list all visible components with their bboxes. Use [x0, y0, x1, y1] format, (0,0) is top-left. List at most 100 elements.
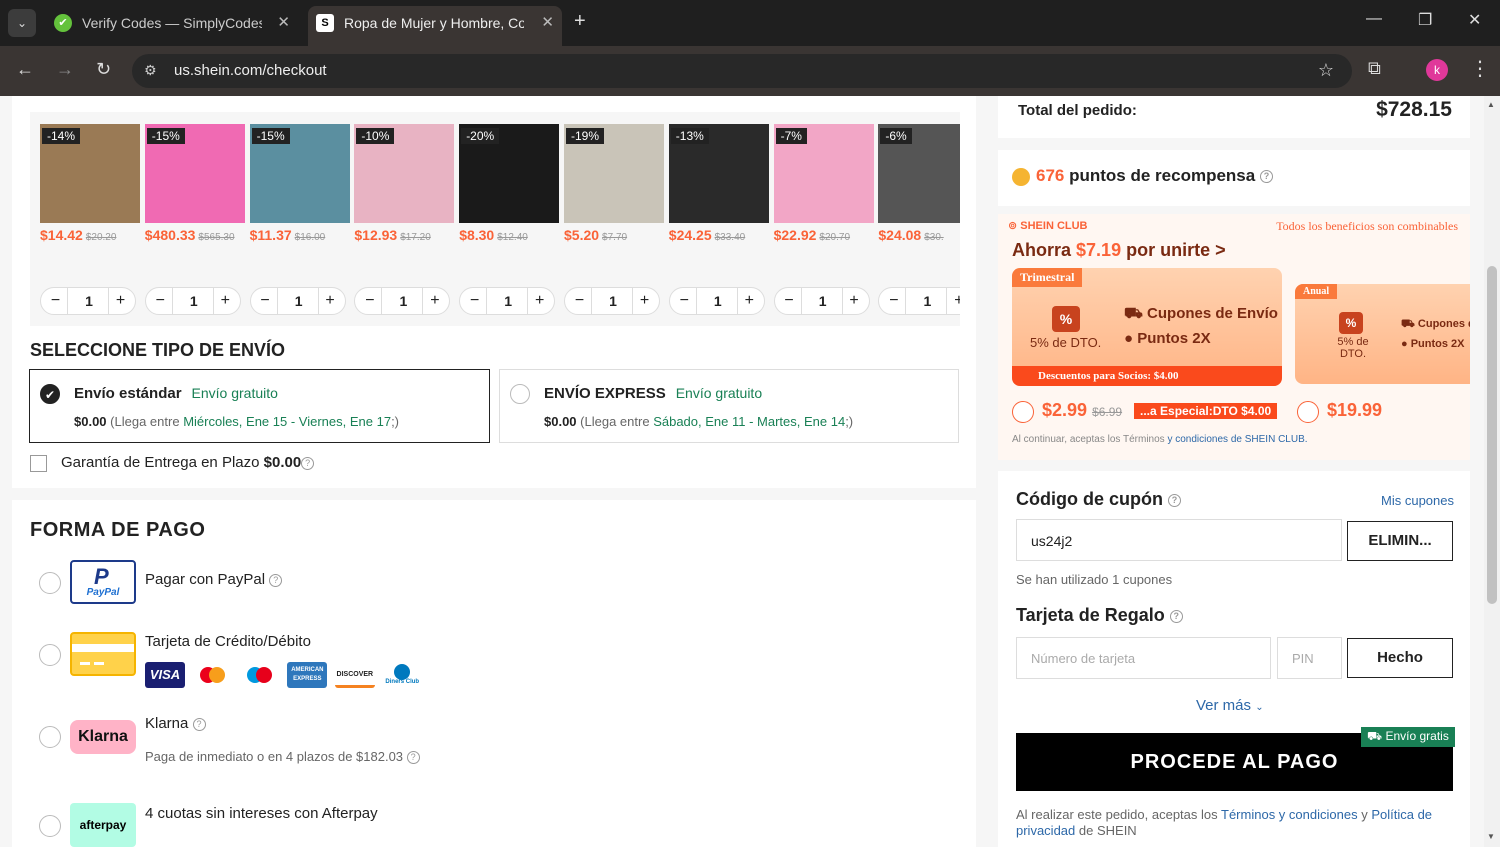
product-image[interactable]: -20% [459, 124, 560, 223]
quantity-stepper[interactable]: −1 + [564, 287, 660, 315]
close-tab-icon[interactable]: ✕ [277, 6, 290, 40]
product-image[interactable]: -15% [144, 124, 245, 223]
reload-icon[interactable]: ↻ [96, 59, 111, 80]
product-item[interactable]: -10% $12.93 $17.20 [354, 124, 455, 243]
club-plan-annual-radio[interactable] [1297, 401, 1319, 423]
decrease-quantity-button[interactable]: − [149, 288, 173, 314]
decrease-quantity-button[interactable]: − [882, 288, 907, 314]
product-item[interactable]: -6% $24.08 $30. [878, 124, 960, 243]
club-plan-quarterly[interactable]: Trimestral % 5% de DTO. ⛟ Cupones de Env… [1012, 268, 1282, 386]
quantity-stepper[interactable]: −1 + [878, 287, 960, 315]
help-icon[interactable]: ? [269, 573, 283, 587]
forward-icon[interactable]: → [56, 59, 74, 80]
payment-option-klarna[interactable]: Klarna Klarna ? Paga de inmediato o en 4… [30, 715, 630, 776]
product-item[interactable]: -7% $22.92 $20.70 [773, 124, 874, 243]
product-item[interactable]: -15% $11.37 $16.00 [249, 124, 350, 243]
shipping-option-express[interactable]: ENVÍO EXPRESS Envío gratuito $0.00 (Llega… [499, 369, 959, 443]
site-info-icon[interactable]: ⚙ [144, 62, 157, 79]
my-coupons-link[interactable]: Mis cupones [1381, 493, 1454, 508]
quantity-value[interactable]: 1 [803, 288, 843, 314]
decrease-quantity-button[interactable]: − [568, 288, 592, 314]
product-image[interactable]: -15% [249, 124, 350, 223]
close-tab-icon[interactable]: ✕ [541, 6, 554, 40]
see-more-link[interactable]: Ver más ⌄ [1196, 697, 1264, 714]
help-icon[interactable]: ? [406, 751, 420, 765]
quantity-stepper[interactable]: −1 + [668, 287, 765, 315]
quantity-value[interactable]: 1 [383, 288, 423, 314]
product-item[interactable]: -15% $480.33 $565.30 [144, 124, 245, 243]
scroll-up-icon[interactable]: ▲ [1487, 100, 1495, 109]
decrease-quantity-button[interactable]: − [44, 288, 68, 314]
coupon-code-input[interactable]: us24j2 [1016, 519, 1342, 561]
decrease-quantity-button[interactable]: − [673, 288, 697, 314]
club-plan-annual[interactable]: Anual % 5% de DTO. ⛟ Cupones de ● Puntos… [1295, 284, 1470, 384]
gift-card-pin-input[interactable]: PIN [1277, 637, 1342, 679]
bookmark-star-icon[interactable]: ☆ [1318, 60, 1334, 81]
back-icon[interactable]: ← [16, 59, 34, 80]
product-item[interactable]: -13% $24.25 $33.40 [668, 124, 769, 243]
product-image[interactable]: -14% [40, 124, 140, 223]
radio-button[interactable] [39, 572, 61, 594]
increase-quantity-button[interactable]: + [527, 288, 551, 314]
profile-avatar[interactable]: k [1426, 59, 1448, 81]
radio-button[interactable] [39, 815, 61, 837]
club-plan-quarterly-radio[interactable] [1012, 401, 1034, 423]
radio-button[interactable] [39, 644, 61, 666]
tab-search-button[interactable]: ⌄ [8, 9, 36, 37]
payment-option-paypal[interactable]: P PayPal Pagar con PayPal ? [30, 560, 630, 606]
increase-quantity-button[interactable]: + [108, 288, 132, 314]
radio-button[interactable] [39, 726, 61, 748]
quantity-value[interactable]: 1 [279, 288, 319, 314]
check-icon[interactable]: ✔ [40, 384, 60, 404]
increase-quantity-button[interactable]: + [946, 288, 960, 314]
product-item[interactable]: -14% $14.42 $20.20 [40, 124, 140, 243]
increase-quantity-button[interactable]: + [317, 288, 342, 314]
increase-quantity-button[interactable]: + [632, 288, 656, 314]
minimize-icon[interactable]: — [1366, 10, 1382, 28]
quantity-value[interactable]: 1 [593, 288, 633, 314]
quantity-stepper[interactable]: −1 + [459, 287, 556, 315]
increase-quantity-button[interactable]: + [736, 288, 761, 314]
help-icon[interactable]: ? [192, 717, 206, 731]
help-icon[interactable]: ? [301, 456, 315, 470]
help-icon[interactable]: ? [1169, 609, 1183, 623]
product-item[interactable]: -20% $8.30 $12.40 [459, 124, 560, 243]
product-image[interactable]: -10% [354, 124, 455, 223]
product-image[interactable]: -19% [564, 124, 664, 223]
increase-quantity-button[interactable]: + [422, 288, 446, 314]
gift-card-number-input[interactable]: Número de tarjeta [1016, 637, 1271, 679]
address-bar[interactable]: ⚙ us.shein.com/checkout ☆ [132, 54, 1352, 88]
decrease-quantity-button[interactable]: − [463, 288, 488, 314]
quantity-value[interactable]: 1 [907, 288, 947, 314]
decrease-quantity-button[interactable]: − [778, 288, 802, 314]
payment-option-afterpay[interactable]: afterpay 4 cuotas sin intereses con Afte… [30, 803, 630, 847]
shipping-option-standard[interactable]: ✔ Envío estándar Envío gratuito $0.00 (Ll… [29, 369, 490, 443]
page-scrollbar[interactable]: ▲ ▼ [1484, 96, 1500, 847]
help-icon[interactable]: ? [1259, 170, 1273, 184]
quantity-stepper[interactable]: −1 + [354, 287, 451, 315]
close-window-icon[interactable]: ✕ [1468, 10, 1481, 30]
quantity-value[interactable]: 1 [488, 288, 528, 314]
quantity-value[interactable]: 1 [174, 288, 214, 314]
product-image[interactable]: -7% [773, 124, 874, 223]
gift-card-done-button[interactable]: Hecho [1347, 638, 1453, 678]
new-tab-icon[interactable]: + [574, 10, 586, 33]
product-image[interactable]: -6% [878, 124, 960, 223]
quantity-stepper[interactable]: −1 + [249, 287, 346, 315]
tab-simplycodes[interactable]: ✔ Verify Codes — SimplyCodes ✕ [46, 6, 298, 40]
quantity-stepper[interactable]: −1 + [773, 287, 870, 315]
browser-menu-icon[interactable]: ⋮ [1470, 56, 1490, 81]
quantity-stepper[interactable]: −1 + [40, 287, 136, 315]
product-item[interactable]: -19% $5.20 $7.70 [564, 124, 664, 243]
extensions-icon[interactable]: ⧉ [1368, 58, 1381, 79]
decrease-quantity-button[interactable]: − [358, 288, 383, 314]
quantity-stepper[interactable]: −1 + [144, 287, 241, 315]
quantity-value[interactable]: 1 [69, 288, 109, 314]
restore-icon[interactable]: ❐ [1418, 10, 1432, 30]
guarantee-checkbox[interactable] [30, 454, 47, 472]
quantity-value[interactable]: 1 [698, 288, 738, 314]
club-save-link[interactable]: Ahorra $7.19 por unirte > [1012, 240, 1226, 261]
help-icon[interactable]: ? [1168, 493, 1181, 507]
radio-button[interactable] [510, 384, 530, 404]
decrease-quantity-button[interactable]: − [254, 288, 278, 314]
